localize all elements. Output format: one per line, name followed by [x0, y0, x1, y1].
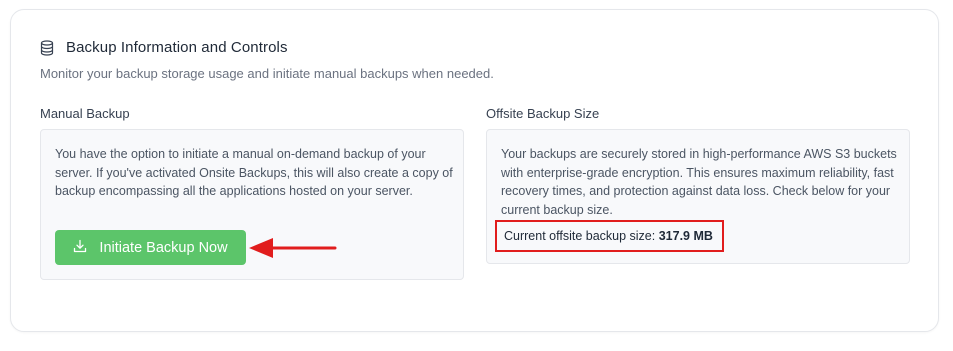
- card-header: Backup Information and Controls: [40, 39, 288, 56]
- offsite-backup-label: Offsite Backup Size: [486, 106, 600, 121]
- current-backup-size: Current offsite backup size: 317.9 MB: [495, 220, 724, 252]
- manual-backup-description: You have the option to initiate a manual…: [55, 147, 453, 198]
- database-icon: [40, 39, 54, 56]
- manual-backup-label: Manual Backup: [40, 106, 130, 121]
- initiate-backup-button[interactable]: Initiate Backup Now: [55, 230, 246, 265]
- card-title: Backup Information and Controls: [66, 39, 288, 56]
- backup-size-label: Current offsite backup size:: [504, 229, 656, 243]
- initiate-backup-button-label: Initiate Backup Now: [99, 239, 228, 256]
- card-subtitle: Monitor your backup storage usage and in…: [40, 66, 494, 81]
- offsite-backup-panel: Your backups are securely stored in high…: [486, 129, 910, 264]
- offsite-backup-description: Your backups are securely stored in high…: [501, 147, 897, 217]
- backup-info-card: Backup Information and Controls Monitor …: [10, 9, 939, 332]
- download-icon: [73, 239, 87, 257]
- backup-size-value: 317.9 MB: [658, 229, 713, 243]
- annotation-arrow-icon: [249, 238, 337, 258]
